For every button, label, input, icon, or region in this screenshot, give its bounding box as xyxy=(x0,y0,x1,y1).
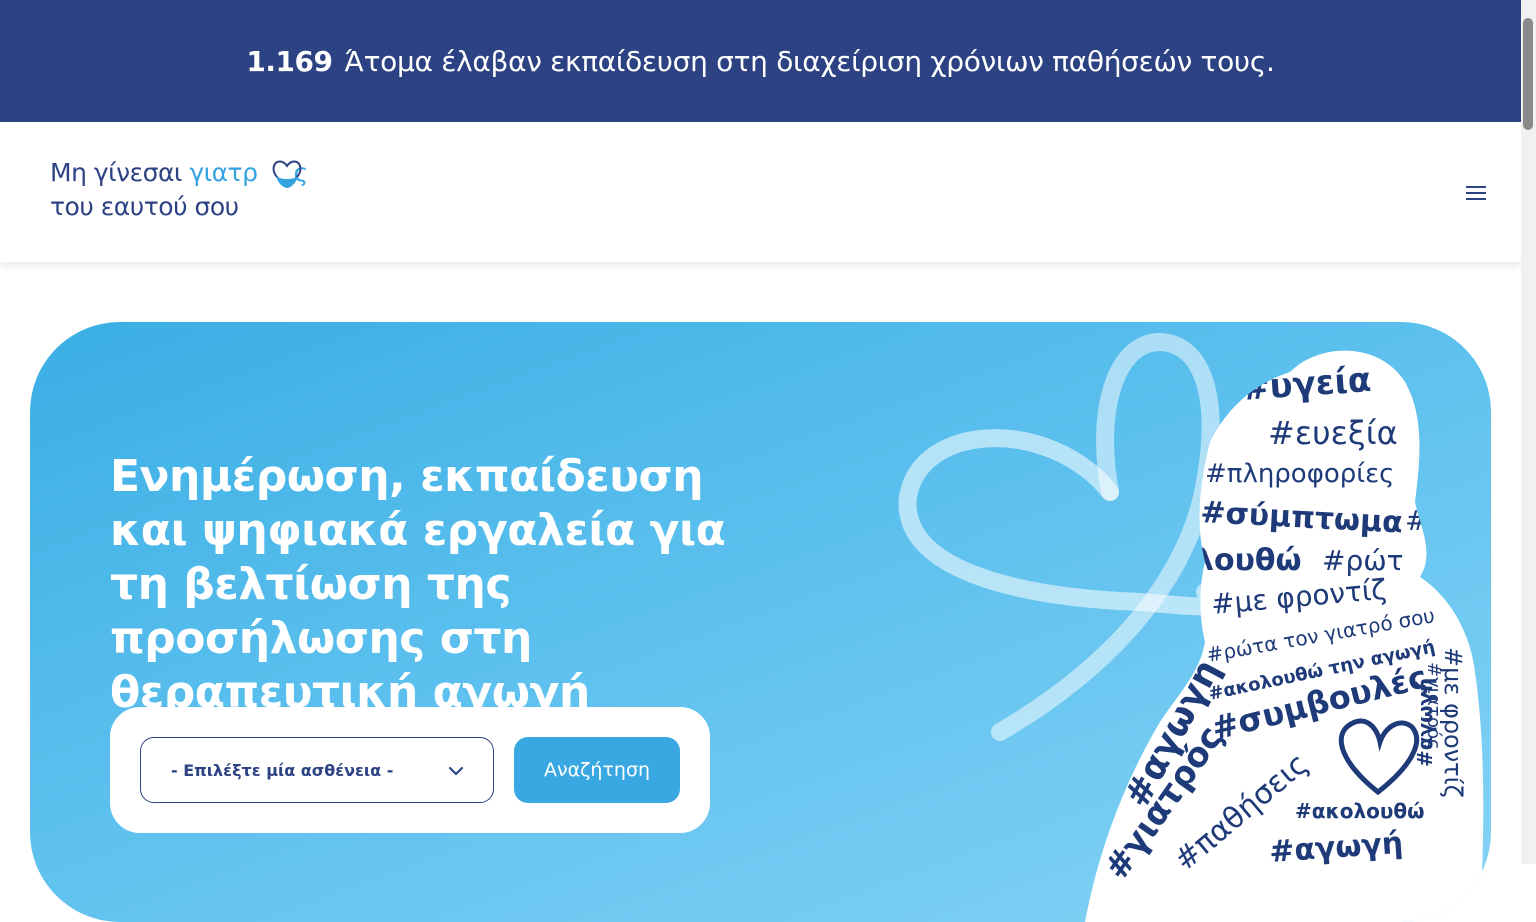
announcement-banner: 1.169 Άτομα έλαβαν εκπαίδευση στη διαχεί… xyxy=(0,0,1521,122)
heart-ribbon-graphic xyxy=(898,332,1228,741)
logo-line-2: του εαυτού σου xyxy=(50,192,239,221)
scrollbar-thumb[interactable] xyxy=(1523,18,1533,130)
hashtag-4: #γ xyxy=(1405,504,1445,537)
banner-text: Άτομα έλαβαν εκπαίδευση στη διαχείριση χ… xyxy=(344,44,1275,78)
site-logo[interactable]: Μη γίνεσαι γιατρ ς του εαυτού σου xyxy=(50,158,340,228)
hashtag-14: #ακολουθώ xyxy=(1295,799,1424,823)
hashtag-2: #πληροφορίες xyxy=(1205,459,1394,489)
search-button[interactable]: Αναζήτηση xyxy=(514,737,680,803)
hashtag-6: #ρώτ xyxy=(1322,544,1404,577)
logo-heart-icon xyxy=(272,160,302,188)
disease-select-value: - Επιλέξτε μία ασθένεια - xyxy=(171,760,394,780)
disease-select[interactable]: - Επιλέξτε μία ασθένεια - xyxy=(140,737,494,803)
chevron-down-icon xyxy=(448,766,464,776)
page-scrollbar[interactable] xyxy=(1521,0,1536,864)
hashtag-18: #αγωγή xyxy=(1413,678,1437,767)
hero-section: Ενημέρωση, εκπαίδευση και ψηφιακά εργαλε… xyxy=(30,322,1491,922)
hashtag-1: #ευεξία xyxy=(1268,414,1398,452)
hero-illustration: #υγεία #ευεξία #πληροφορίες #σύμπτωμα #γ… xyxy=(898,332,1484,922)
hamburger-menu-icon[interactable] xyxy=(1462,182,1490,204)
hero-title: Ενημέρωση, εκπαίδευση και ψηφιακά εργαλε… xyxy=(110,451,726,718)
hashtag-5: λουθώ xyxy=(1195,543,1302,578)
disease-search-card: - Επιλέξτε μία ασθένεια - Αναζήτηση xyxy=(110,707,710,833)
trained-count: 1.169 xyxy=(246,44,333,78)
site-header: Μη γίνεσαι γιατρ ς του εαυτού σου xyxy=(0,122,1521,262)
